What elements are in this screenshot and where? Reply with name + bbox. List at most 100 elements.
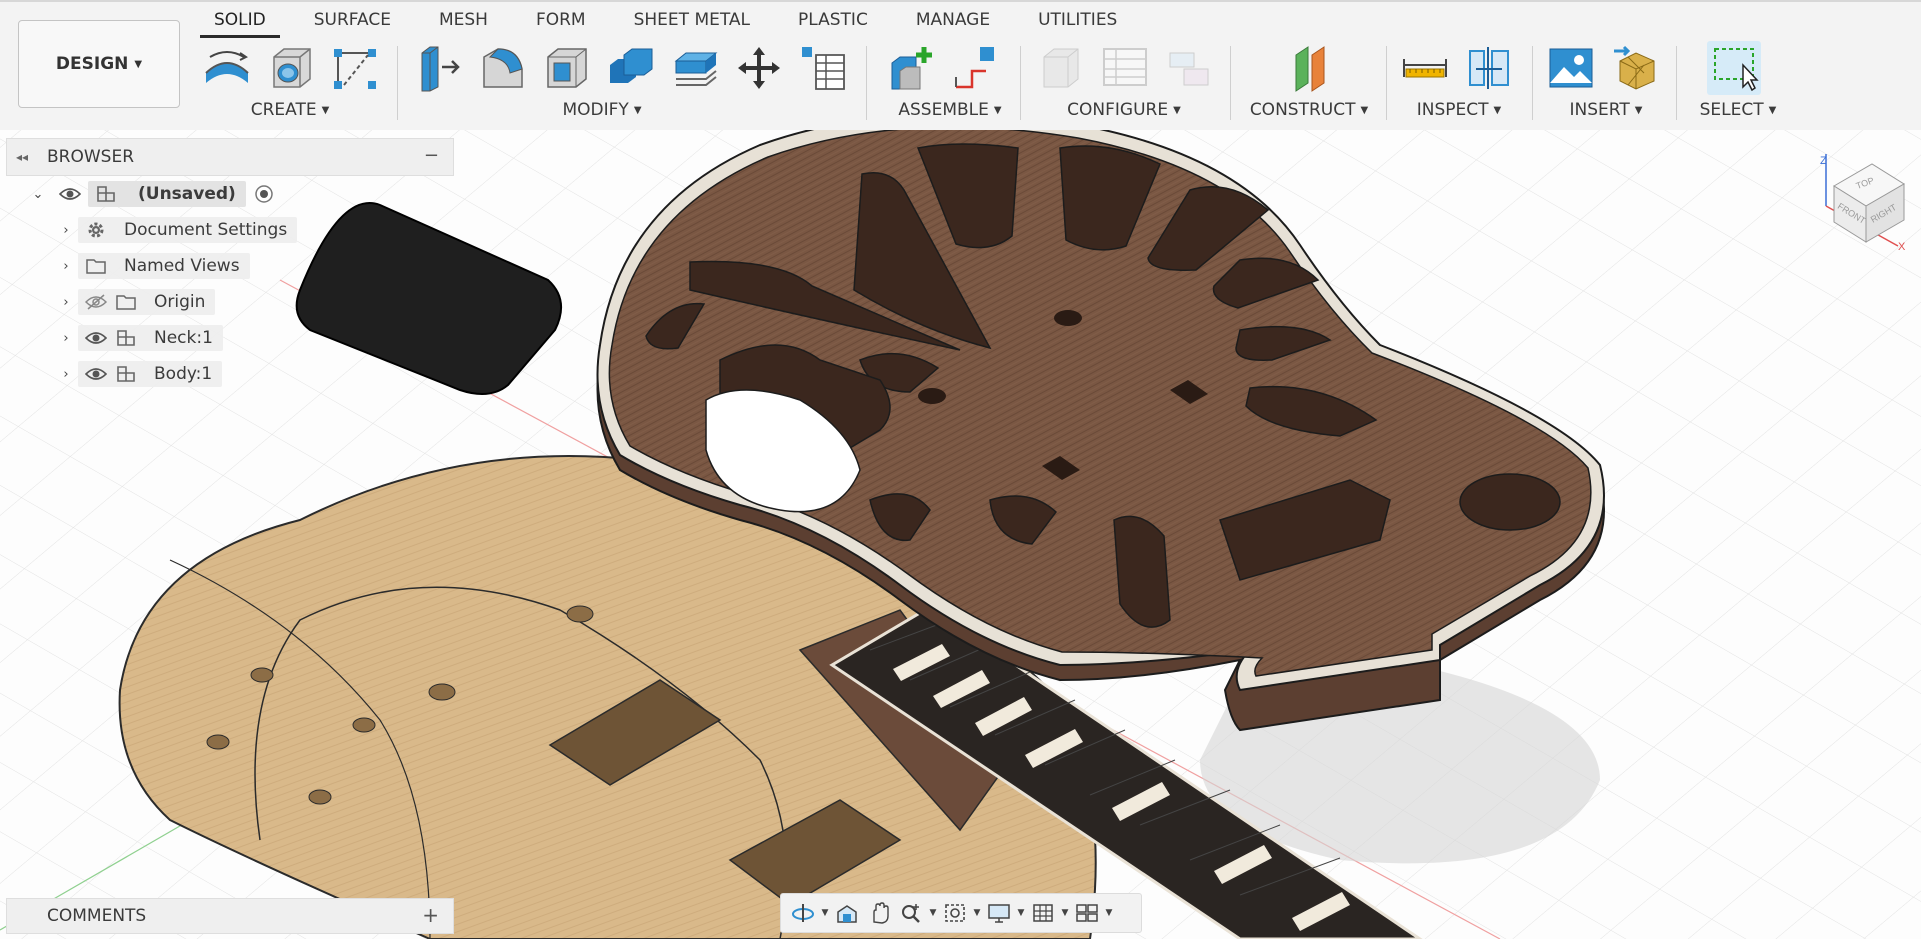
insert-menu[interactable]: INSERT ▼ xyxy=(1544,100,1668,120)
orbit-icon[interactable] xyxy=(787,898,819,928)
construct-group: CONSTRUCT ▼ xyxy=(1246,40,1372,126)
select-label: SELECT xyxy=(1699,100,1764,120)
tree-item-neck[interactable]: › Neck:1 xyxy=(6,320,454,356)
visibility-eye-icon[interactable] xyxy=(58,183,82,205)
chevron-right-icon[interactable]: › xyxy=(54,259,78,274)
pattern-icon[interactable] xyxy=(328,41,382,95)
chevron-right-icon[interactable]: › xyxy=(54,295,78,310)
comments-panel[interactable]: COMMENTS + xyxy=(6,898,454,934)
component-icon xyxy=(114,363,138,385)
tree-item-label: Neck:1 xyxy=(154,328,213,348)
minimize-icon[interactable]: − xyxy=(424,145,439,166)
create-group: CREATE ▼ xyxy=(200,40,380,126)
tree-item-named-views[interactable]: › Named Views xyxy=(6,248,454,284)
component-icon xyxy=(94,183,118,205)
insert-mesh-icon[interactable] xyxy=(1608,41,1662,95)
workspace-switcher[interactable]: DESIGN ▼ xyxy=(18,20,180,108)
caret-down-icon[interactable]: ▼ xyxy=(1103,908,1115,918)
browser-title: BROWSER xyxy=(47,147,135,167)
tab-surface[interactable]: SURFACE xyxy=(290,1,415,39)
select-menu[interactable]: SELECT ▼ xyxy=(1688,100,1788,120)
tab-plastic[interactable]: PLASTIC xyxy=(774,1,892,39)
zoom-icon[interactable] xyxy=(895,898,927,928)
caret-down-icon[interactable]: ▼ xyxy=(971,908,983,918)
configure-rule-icon[interactable] xyxy=(1162,41,1216,95)
chevron-down-icon[interactable]: ⌄ xyxy=(26,187,50,202)
offset-face-icon[interactable] xyxy=(668,41,722,95)
tab-manage[interactable]: MANAGE xyxy=(892,1,1014,39)
chevron-right-icon[interactable]: › xyxy=(54,331,78,346)
comments-title: COMMENTS xyxy=(47,906,147,926)
move-icon[interactable] xyxy=(732,41,786,95)
create-sketch-icon[interactable] xyxy=(200,41,254,95)
tab-solid[interactable]: SOLID xyxy=(190,1,290,39)
tab-utilities[interactable]: UTILITIES xyxy=(1014,1,1141,39)
visibility-eye-icon[interactable] xyxy=(84,363,108,385)
tree-item-origin[interactable]: › Origin xyxy=(6,284,454,320)
new-component-icon[interactable] xyxy=(884,41,938,95)
tree-root[interactable]: ⌄ (Unsaved) xyxy=(6,176,454,212)
tab-form[interactable]: FORM xyxy=(512,1,610,39)
measure-icon[interactable] xyxy=(1398,41,1452,95)
insert-image-icon[interactable] xyxy=(1544,41,1598,95)
shell-icon[interactable] xyxy=(540,41,594,95)
tree-item-document-settings[interactable]: › Document Settings xyxy=(6,212,454,248)
combine-icon[interactable] xyxy=(604,41,658,95)
caret-down-icon: ▼ xyxy=(1173,105,1181,116)
extrude-icon[interactable] xyxy=(264,41,318,95)
window-select-icon[interactable] xyxy=(1707,41,1761,95)
tree-item-label: Body:1 xyxy=(154,364,213,384)
hidden-eye-icon[interactable] xyxy=(84,291,108,313)
press-pull-icon[interactable] xyxy=(412,41,466,95)
separator xyxy=(1020,46,1021,120)
configuration-icon[interactable] xyxy=(1034,41,1088,95)
assemble-label: ASSEMBLE xyxy=(898,100,989,120)
component-icon xyxy=(114,327,138,349)
caret-down-icon: ▼ xyxy=(633,105,642,116)
tab-mesh[interactable]: MESH xyxy=(415,1,512,39)
add-comment-icon[interactable]: + xyxy=(422,903,439,927)
origin-node[interactable]: Origin xyxy=(78,289,216,315)
joint-icon[interactable] xyxy=(948,41,1002,95)
offset-plane-icon[interactable] xyxy=(1284,41,1338,95)
activate-radio-icon[interactable] xyxy=(252,183,276,205)
assemble-menu[interactable]: ASSEMBLE ▼ xyxy=(884,100,1016,120)
visibility-eye-icon[interactable] xyxy=(84,327,108,349)
caret-down-icon[interactable]: ▼ xyxy=(1059,908,1071,918)
look-at-icon[interactable] xyxy=(831,898,863,928)
section-analysis-icon[interactable] xyxy=(1462,41,1516,95)
select-group: SELECT ▼ xyxy=(1688,40,1788,126)
body-node[interactable]: Body:1 xyxy=(78,361,223,387)
view-cube[interactable]: Z X TOP FRONT RIGHT xyxy=(1812,150,1912,260)
construct-menu[interactable]: CONSTRUCT ▼ xyxy=(1246,100,1372,120)
inspect-label: INSPECT xyxy=(1416,100,1489,120)
neck-node[interactable]: Neck:1 xyxy=(78,325,223,351)
caret-down-icon[interactable]: ▼ xyxy=(1015,908,1027,918)
create-menu[interactable]: CREATE ▼ xyxy=(200,100,380,120)
grid-settings-icon[interactable] xyxy=(1027,898,1059,928)
inspect-menu[interactable]: INSPECT ▼ xyxy=(1398,100,1520,120)
display-settings-icon[interactable] xyxy=(983,898,1015,928)
gear-icon xyxy=(84,219,108,241)
chevron-right-icon[interactable]: › xyxy=(54,367,78,382)
tree-item-body[interactable]: › Body:1 xyxy=(6,356,454,392)
align-table-icon[interactable] xyxy=(796,41,850,95)
fit-window-icon[interactable] xyxy=(939,898,971,928)
chevron-right-icon[interactable]: › xyxy=(54,223,78,238)
document-settings-node[interactable]: Document Settings xyxy=(78,217,298,243)
collapse-panel-icon[interactable]: ◂◂ xyxy=(7,150,37,164)
root-component[interactable]: (Unsaved) xyxy=(88,181,246,207)
modify-menu[interactable]: MODIFY ▼ xyxy=(412,100,792,120)
configure-menu[interactable]: CONFIGURE ▼ xyxy=(1034,100,1214,120)
configuration-table-icon[interactable] xyxy=(1098,41,1152,95)
pan-icon[interactable] xyxy=(863,898,895,928)
tree-item-label: Named Views xyxy=(124,256,240,276)
insert-label: INSERT xyxy=(1569,100,1630,120)
caret-down-icon[interactable]: ▼ xyxy=(927,908,939,918)
fillet-icon[interactable] xyxy=(476,41,530,95)
viewports-icon[interactable] xyxy=(1071,898,1103,928)
named-views-node[interactable]: Named Views xyxy=(78,253,250,279)
caret-down-icon[interactable]: ▼ xyxy=(819,908,831,918)
caret-down-icon: ▼ xyxy=(321,105,330,116)
tab-sheet-metal[interactable]: SHEET METAL xyxy=(610,1,774,39)
